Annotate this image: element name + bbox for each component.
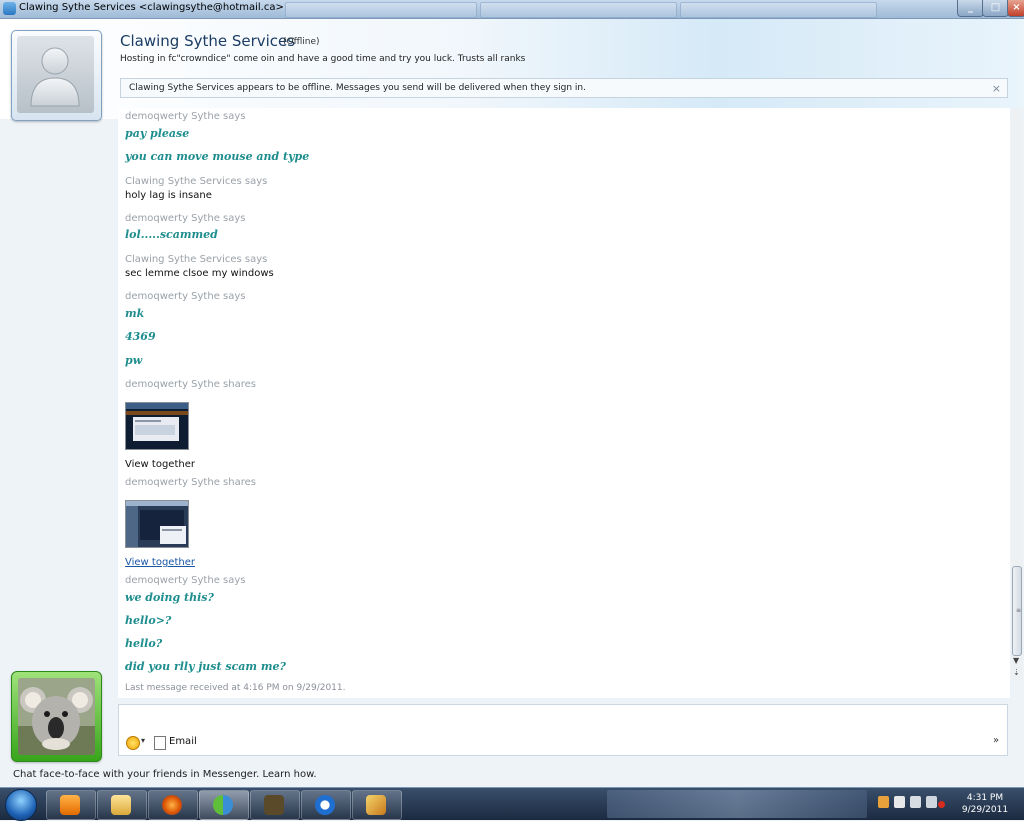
paint-taskbar-button[interactable] — [352, 790, 402, 820]
tray-shield-icon[interactable] — [910, 796, 921, 808]
close-window-button[interactable]: × — [1007, 0, 1024, 17]
folder-icon — [111, 795, 131, 815]
more-options-button[interactable]: » — [993, 735, 999, 746]
message-text: hello>? — [125, 614, 172, 627]
title-bar: Clawing Sythe Services <clawingsythe@hot… — [0, 0, 1024, 19]
conversation-scrollbar[interactable]: ≡ ▼ ⇣ — [1011, 108, 1023, 680]
message-text: sec lemme clsoe my windows — [125, 268, 274, 279]
runescape-icon — [264, 795, 284, 815]
explorer-taskbar-button[interactable] — [97, 790, 147, 820]
koala-picture — [18, 678, 95, 755]
message-text: you can move mouse and type — [125, 150, 310, 163]
conversation-history[interactable]: demoqwerty Sythe says pay please you can… — [118, 108, 1010, 698]
system-tray — [878, 796, 948, 810]
my-avatar[interactable] — [11, 671, 102, 762]
clock-time: 4:31 PM — [966, 793, 1004, 803]
clock-date: 9/29/2011 — [961, 805, 1009, 815]
message-text: hello? — [125, 637, 163, 650]
teamviewer-taskbar-button[interactable] — [301, 790, 351, 820]
message-text: pay please — [125, 127, 190, 140]
network-icon[interactable] — [926, 796, 937, 808]
messenger-icon — [213, 795, 233, 815]
share-sender: demoqwerty Sythe shares — [125, 379, 256, 390]
message-text: pw — [125, 354, 143, 367]
video-chat-promo[interactable]: Chat face-to-face with your friends in M… — [13, 769, 317, 780]
message-text: 4369 — [125, 330, 156, 343]
system-clock[interactable]: 4:31 PM 9/29/2011 — [955, 792, 1015, 816]
contact-status: (Offline) — [283, 37, 320, 47]
background-window-tab[interactable] — [480, 2, 677, 18]
scrollbar-thumb[interactable]: ≡ — [1012, 566, 1022, 656]
runescape-taskbar-button[interactable] — [250, 790, 300, 820]
chevron-down-icon[interactable]: ▾ — [141, 736, 145, 745]
message-sender: Clawing Sythe Services says — [125, 254, 268, 265]
maximize-button[interactable]: □ — [982, 0, 1009, 17]
close-icon[interactable]: × — [992, 82, 1001, 95]
share-sender: demoqwerty Sythe shares — [125, 477, 256, 488]
message-sender: demoqwerty Sythe says — [125, 575, 246, 586]
messenger-app-icon — [3, 2, 16, 15]
desktop-preview-area — [607, 790, 867, 818]
view-together-link[interactable]: View together — [125, 557, 195, 568]
last-message-status: Last message received at 4:16 PM on 9/29… — [125, 683, 346, 693]
tray-app-icon[interactable] — [878, 796, 889, 808]
windows-taskbar: 4:31 PM 9/29/2011 — [0, 787, 1024, 821]
message-text: mk — [125, 307, 145, 320]
message-text: holy lag is insane — [125, 190, 212, 201]
scroll-down-arrow-icon[interactable]: ▼ — [1013, 656, 1019, 665]
window-title: Clawing Sythe Services <clawingsythe@hot… — [19, 2, 284, 13]
background-window-tab[interactable] — [680, 2, 877, 18]
offline-info-bar: Clawing Sythe Services appears to be off… — [120, 78, 1008, 98]
background-window-tab[interactable] — [285, 2, 477, 18]
messenger-taskbar-button[interactable] — [199, 790, 249, 820]
offline-info-text: Clawing Sythe Services appears to be off… — [129, 83, 586, 93]
media-player-taskbar-button[interactable] — [46, 790, 96, 820]
emoticon-icon[interactable] — [126, 736, 140, 750]
media-player-icon — [60, 795, 80, 815]
message-sender: demoqwerty Sythe says — [125, 213, 246, 224]
shared-photo-thumbnail[interactable] — [125, 500, 189, 548]
network-error-icon — [938, 801, 945, 808]
contact-avatar[interactable] — [11, 30, 102, 121]
message-sender: demoqwerty Sythe says — [125, 291, 246, 302]
message-sender: Clawing Sythe Services says — [125, 176, 268, 187]
grip-icon: ≡ — [1016, 607, 1022, 614]
message-text: did you rlly just scam me? — [125, 660, 286, 673]
message-sender: demoqwerty Sythe says — [125, 111, 246, 122]
shared-photo-thumbnail[interactable] — [125, 402, 189, 450]
message-input[interactable]: ▾ Email » — [118, 704, 1008, 756]
scroll-to-end-icon[interactable]: ⇣ — [1013, 668, 1020, 677]
message-text: lol.....scammed — [125, 228, 218, 241]
default-user-icon — [17, 36, 94, 113]
contact-name: Clawing Sythe Services — [120, 32, 296, 50]
firefox-icon — [162, 795, 182, 815]
start-button[interactable] — [5, 789, 37, 821]
action-center-flag-icon[interactable] — [894, 796, 905, 808]
teamviewer-icon — [315, 795, 335, 815]
minimize-button[interactable]: _ — [957, 0, 984, 17]
email-button[interactable]: Email — [169, 736, 197, 747]
paint-icon — [366, 795, 386, 815]
email-icon[interactable] — [154, 736, 166, 750]
firefox-taskbar-button[interactable] — [148, 790, 198, 820]
view-together-label[interactable]: View together — [125, 459, 195, 470]
personal-message: Hosting in fc"crowndice" come oin and ha… — [120, 54, 526, 64]
message-text: we doing this? — [125, 591, 214, 604]
